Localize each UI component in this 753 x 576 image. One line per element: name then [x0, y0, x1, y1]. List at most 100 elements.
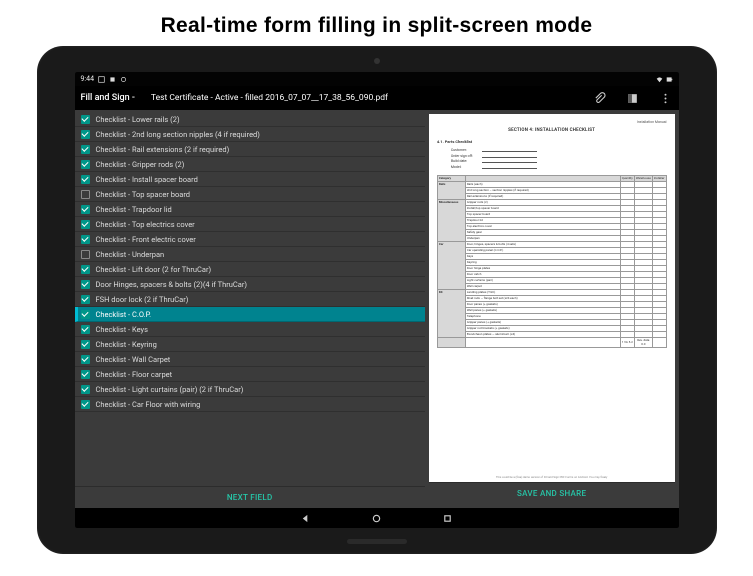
checklist-row[interactable]: FSH door lock (2 if ThruCar): [75, 292, 425, 307]
checklist-row[interactable]: Checklist - C.O.P.: [75, 307, 425, 322]
nav-recents-icon[interactable]: [442, 513, 453, 524]
checklist-row[interactable]: Checklist - Front electric cover: [75, 232, 425, 247]
pdf-group-cell: Miscellaneous: [437, 199, 465, 241]
split-content: Checklist - Lower rails (2) Checklist - 2…: [75, 110, 679, 508]
checklist-row[interactable]: Checklist - Lift door (2 for ThruCar): [75, 262, 425, 277]
checklist-row[interactable]: Checklist - Trapdoor lid: [75, 202, 425, 217]
checklist-label: FSH door lock (2 if ThruCar): [96, 295, 189, 304]
pdf-field-row: Model:: [451, 165, 667, 169]
android-nav-bar: [75, 508, 679, 528]
battery-icon: [666, 76, 673, 83]
checklist-row[interactable]: Checklist - Lower rails (2): [75, 112, 425, 127]
checklist-label: Checklist - Trapdoor lid: [96, 205, 172, 214]
paperclip-icon[interactable]: [592, 91, 607, 106]
pdf-section-title: SECTION 4: INSTALLATION CHECKLIST: [437, 128, 667, 133]
checklist-row[interactable]: Checklist - Top spacer board: [75, 187, 425, 202]
pdf-td: [465, 337, 620, 347]
pdf-field-line: [482, 154, 537, 158]
checklist-label: Checklist - C.O.P.: [96, 310, 152, 319]
pdf-field-label: Model:: [451, 165, 479, 169]
checkbox[interactable]: [81, 145, 90, 154]
checklist-row[interactable]: Checklist - Top electrics cover: [75, 217, 425, 232]
pdf-preview[interactable]: Installation Manual SECTION 4: INSTALLAT…: [429, 114, 675, 482]
pdf-group-cell: Rails: [437, 181, 465, 199]
checklist-label: Checklist - Lift door (2 for ThruCar): [96, 265, 212, 274]
checklist-row[interactable]: Checklist - Keyring: [75, 337, 425, 352]
checklist-label: Checklist - 2nd long section nipples (4 …: [96, 130, 260, 139]
status-time: 9:44: [81, 75, 95, 83]
checklist-label: Checklist - Front electric cover: [96, 235, 196, 244]
checkbox[interactable]: [81, 265, 90, 274]
checkbox[interactable]: [81, 280, 90, 289]
checkbox[interactable]: [81, 160, 90, 169]
checklist-label: Checklist - Underpan: [96, 250, 165, 259]
checklist-label: Checklist - Lower rails (2): [96, 115, 180, 124]
pdf-field-label: Order sign off:: [451, 154, 479, 158]
checklist-label: Checklist - Keys: [96, 325, 148, 334]
app-bar: Fill and Sign - Test Certificate - Activ…: [75, 86, 679, 110]
checklist-row[interactable]: Checklist - Rail extensions (2 if requir…: [75, 142, 425, 157]
android-status-bar: 9:44: [75, 72, 679, 86]
checklist[interactable]: Checklist - Lower rails (2) Checklist - 2…: [75, 110, 425, 486]
pdf-field-row: Order sign off:: [451, 154, 667, 158]
checklist-row[interactable]: Checklist - Install spacer board: [75, 172, 425, 187]
checklist-row[interactable]: Checklist - 2nd long section nipples (4 …: [75, 127, 425, 142]
pdf-group-cell: Car: [437, 241, 465, 289]
pdf-field-line: [482, 159, 537, 163]
checkbox[interactable]: [81, 250, 90, 259]
checkbox[interactable]: [81, 175, 90, 184]
checkbox[interactable]: [81, 355, 90, 364]
checklist-row[interactable]: Checklist - Car Floor with wiring: [75, 397, 425, 412]
pdf-group-cell: Kit: [437, 289, 465, 337]
nav-back-icon[interactable]: [300, 513, 311, 524]
checklist-row[interactable]: Door Hinges, spacers & bolts (2)(4 if Th…: [75, 277, 425, 292]
status-icon-notif-3: [120, 76, 127, 83]
pdf-td: 1 VA 5.2: [620, 337, 634, 347]
tablet-frame: 9:44 Fill an: [37, 46, 717, 554]
checkbox[interactable]: [81, 370, 90, 379]
checkbox[interactable]: [81, 115, 90, 124]
checklist-row[interactable]: Checklist - Gripper rods (2): [75, 157, 425, 172]
checklist-label: Checklist - Keyring: [96, 340, 157, 349]
more-icon[interactable]: [658, 91, 673, 106]
checkbox[interactable]: [81, 385, 90, 394]
checklist-row[interactable]: Checklist - Light curtains (pair) (2 if …: [75, 382, 425, 397]
checkbox[interactable]: [81, 205, 90, 214]
checklist-label: Checklist - Top spacer board: [96, 190, 191, 199]
checkbox[interactable]: [81, 235, 90, 244]
checkbox[interactable]: [81, 340, 90, 349]
checkbox[interactable]: [81, 295, 90, 304]
pdf-header-right: Installation Manual: [437, 120, 667, 124]
pdf-footnote: This could be a (free) demo version of F…: [437, 475, 667, 479]
pdf-td: Rev. date 0.0: [634, 337, 652, 347]
checklist-row[interactable]: Checklist - Wall Carpet: [75, 352, 425, 367]
checkbox[interactable]: [81, 325, 90, 334]
pdf-fields: Customer: Order sign off:Build date: Model…: [451, 148, 667, 169]
save-share-button[interactable]: SAVE AND SHARE: [429, 482, 675, 504]
checklist-label: Checklist - Car Floor with wiring: [96, 400, 201, 409]
pdf-field-row: Customer:: [451, 148, 667, 152]
pdf-field-label: Build date:: [451, 159, 479, 163]
pdf-table: CategoryQuantityWarehouseInstallerRailsR…: [437, 175, 667, 348]
checklist-row[interactable]: Checklist - Floor carpet: [75, 367, 425, 382]
pdf-td: [652, 337, 666, 347]
checklist-row[interactable]: Checklist - Keys: [75, 322, 425, 337]
screen: 9:44 Fill an: [75, 72, 679, 528]
checklist-label: Checklist - Gripper rods (2): [96, 160, 185, 169]
panel-icon[interactable]: [625, 91, 640, 106]
pdf-field-label: Customer:: [451, 148, 479, 152]
pdf-field-line: [482, 165, 537, 169]
pdf-pane: Installation Manual SECTION 4: INSTALLAT…: [425, 110, 679, 508]
next-field-button[interactable]: NEXT FIELD: [75, 486, 425, 508]
checkbox[interactable]: [81, 400, 90, 409]
status-icon-notif-2: [109, 76, 116, 83]
status-icon-notif-1: [98, 76, 105, 83]
checkbox[interactable]: [81, 220, 90, 229]
checkbox[interactable]: [81, 190, 90, 199]
checklist-label: Checklist - Light curtains (pair) (2 if …: [96, 385, 244, 394]
checklist-row[interactable]: Checklist - Underpan: [75, 247, 425, 262]
form-pane: Checklist - Lower rails (2) Checklist - 2…: [75, 110, 425, 508]
checkbox[interactable]: [81, 130, 90, 139]
checkbox[interactable]: [81, 310, 90, 319]
nav-home-icon[interactable]: [371, 513, 382, 524]
